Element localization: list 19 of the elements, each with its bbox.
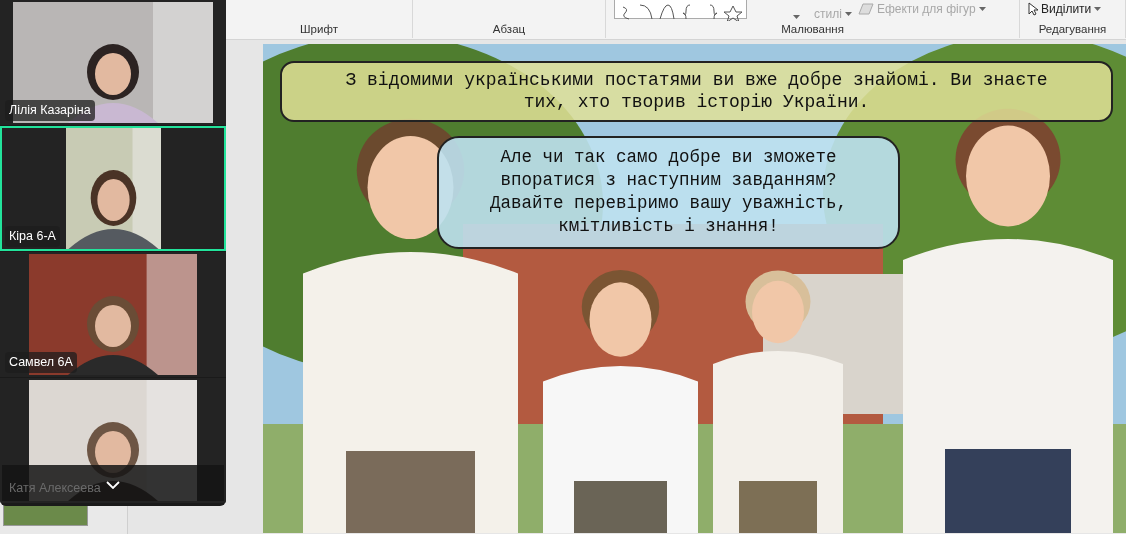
shapes-gallery[interactable] <box>614 0 747 19</box>
group-label: Редагування <box>1037 22 1108 36</box>
caption-bubble: З відомими українськими постатями ви вже добре знайомі. Ви знаєте тих, хто творив історію України. <box>280 61 1113 122</box>
caret-icon <box>793 15 800 19</box>
participant-name: Самвел 6А <box>5 352 77 373</box>
group-label: Малювання <box>780 22 845 36</box>
slide-thumbnail[interactable] <box>3 504 88 526</box>
eraser-icon <box>857 3 874 15</box>
participant-name: Лілія Казаріна <box>5 100 95 121</box>
participant-name: Катя Алексеева <box>8 480 102 498</box>
caret-icon <box>978 7 986 11</box>
caret-icon <box>1094 7 1102 11</box>
speech-bubble: Але чи так само добре ви зможете впоратися з наступним завданням? Давайте перевіримо вашу уважність, кмітливість і знання! <box>437 136 900 249</box>
participant-name: Кіра 6-А <box>5 226 60 247</box>
group-label: Абзац <box>491 22 527 36</box>
ribbon-button[interactable]: Виділити <box>1028 2 1102 16</box>
caret-icon <box>844 12 852 16</box>
chevron-down-icon[interactable] <box>106 481 120 489</box>
group-label: Шрифт <box>299 22 339 36</box>
